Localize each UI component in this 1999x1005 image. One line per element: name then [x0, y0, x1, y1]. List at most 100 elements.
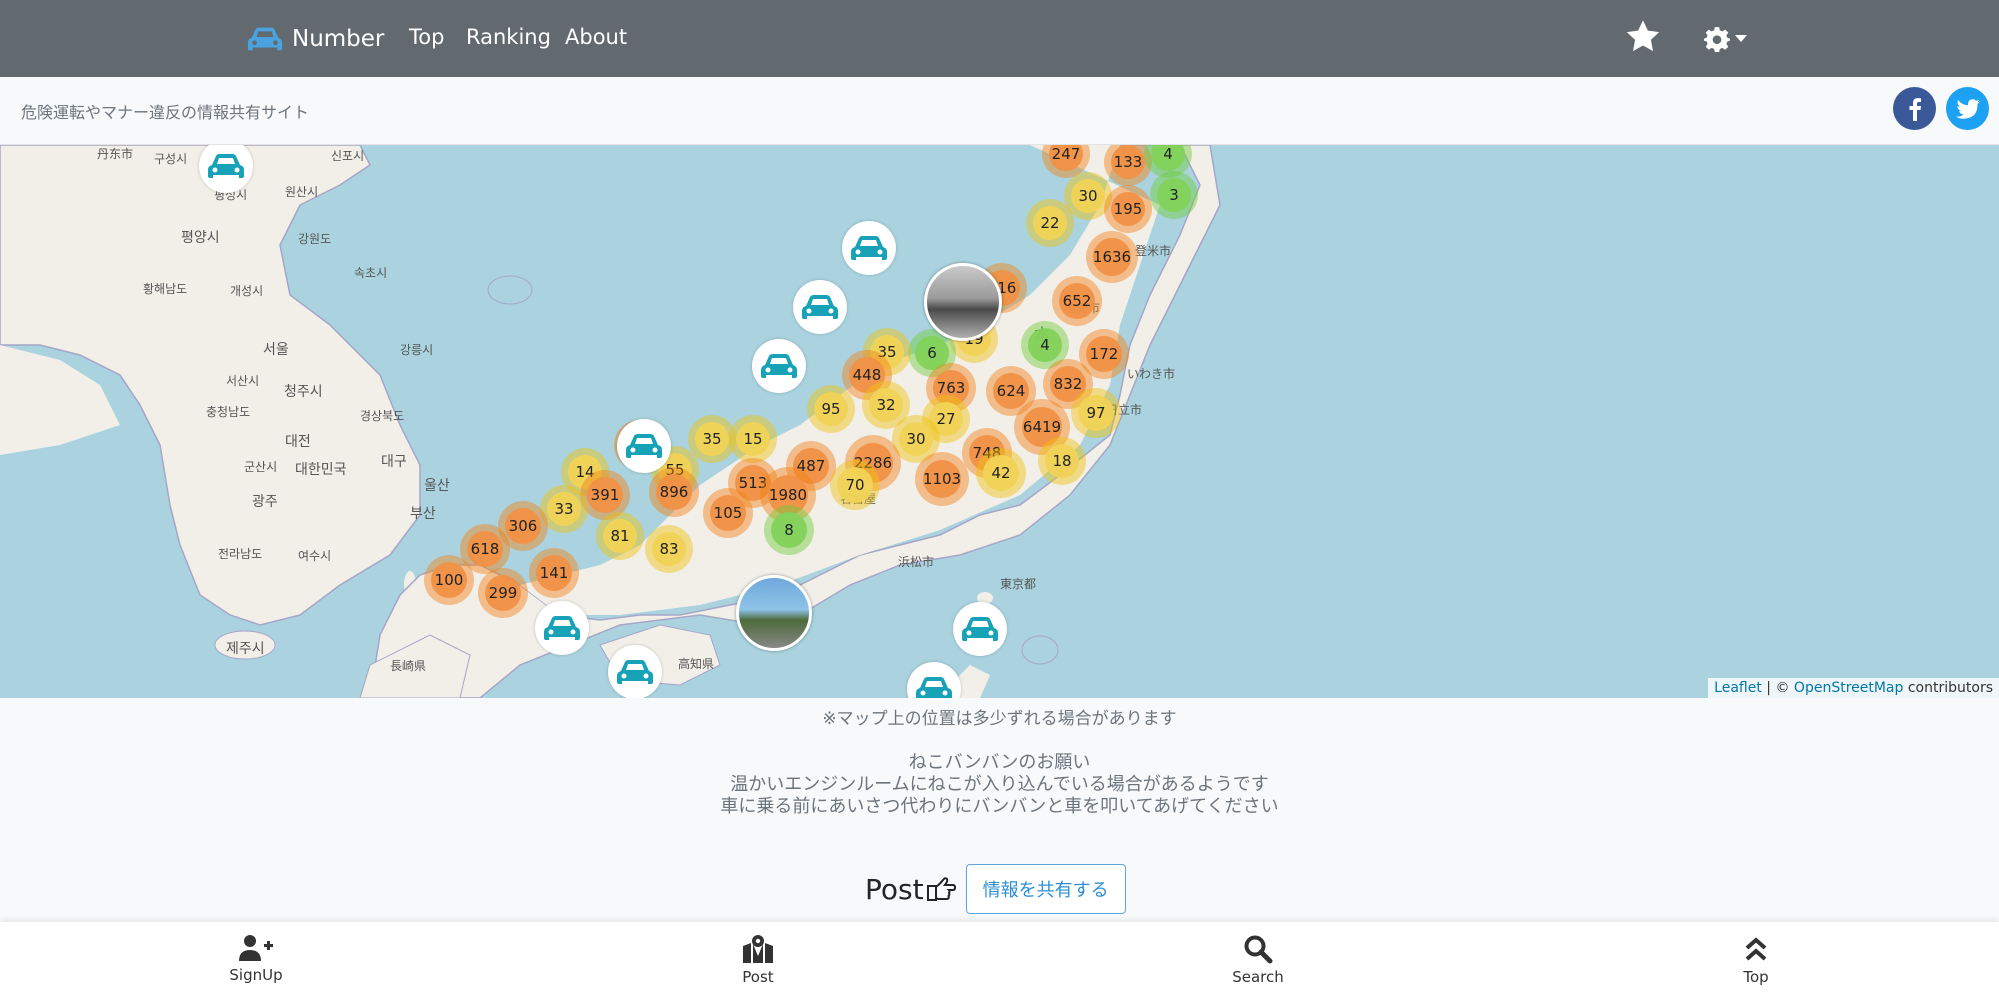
- osm-link[interactable]: OpenStreetMap: [1794, 680, 1903, 696]
- map-label: 평양시: [181, 230, 220, 246]
- car-marker[interactable]: [608, 645, 662, 698]
- map-label: 대한민국: [295, 462, 347, 478]
- car-icon: [761, 354, 797, 378]
- subheader: 危険運転やマナー違反の情報共有サイト: [0, 77, 1999, 145]
- map-label: 長崎県: [390, 659, 427, 673]
- car-icon: [208, 154, 244, 178]
- map-cluster[interactable]: 22: [1026, 199, 1074, 247]
- map-label: 개성시: [230, 284, 264, 298]
- nav-ranking[interactable]: Ranking: [466, 25, 551, 49]
- map-cluster[interactable]: 81: [596, 512, 644, 560]
- map-label: 浜松市: [898, 555, 935, 569]
- attribution-contributors: contributors: [1903, 680, 1993, 696]
- request-title: ねこバンバンのお願い: [908, 752, 1091, 773]
- brand-link[interactable]: Number: [246, 20, 384, 58]
- request-line-2: 車に乗る前にあいさつ代わりにバンバンと車を叩いてあげてください: [720, 796, 1279, 817]
- map-cluster[interactable]: 15: [729, 415, 777, 463]
- car-marker[interactable]: [953, 602, 1007, 656]
- cat-request: ねこバンバンのお願い 温かいエンジンルームにねこが入り込んでいる場合があるようで…: [0, 752, 1999, 818]
- navbar: Number Top Ranking About: [0, 0, 1999, 77]
- map-label: 구성시: [154, 152, 188, 166]
- top-button[interactable]: Top: [1686, 934, 1826, 986]
- map-cluster[interactable]: 70: [830, 460, 880, 510]
- map-marked-icon: [743, 935, 773, 963]
- car-marker[interactable]: [617, 419, 671, 473]
- post-button[interactable]: Post: [688, 934, 828, 986]
- car-icon: [544, 616, 580, 640]
- car-icon: [962, 617, 998, 641]
- map-label: 신포시: [331, 149, 365, 163]
- search-button[interactable]: Search: [1188, 934, 1328, 986]
- map-cluster[interactable]: 3: [1150, 171, 1198, 219]
- map-cluster[interactable]: 95: [807, 385, 855, 433]
- map-cluster[interactable]: 18: [1038, 437, 1086, 485]
- twitter-button[interactable]: [1946, 87, 1989, 130]
- chevron-down-icon[interactable]: [1735, 35, 1747, 42]
- map-label: 登米市: [1135, 244, 1172, 258]
- search-icon: [1244, 935, 1273, 964]
- map-label: 강릉시: [400, 343, 434, 357]
- star-icon[interactable]: [1624, 18, 1662, 56]
- map-cluster[interactable]: 896: [649, 467, 699, 517]
- signup-label: SignUp: [229, 966, 283, 984]
- bottom-navbar: SignUp Post Search Top: [0, 922, 1999, 1005]
- map-cluster[interactable]: 652: [1052, 276, 1102, 326]
- map-label: 원산시: [285, 185, 319, 199]
- signup-button[interactable]: SignUp: [186, 934, 326, 984]
- map-cluster[interactable]: 141: [529, 548, 579, 598]
- map-label: 高知県: [678, 657, 715, 671]
- map-cluster[interactable]: 8: [764, 505, 814, 555]
- map-cluster[interactable]: 195: [1104, 185, 1152, 233]
- car-icon: [617, 660, 653, 684]
- brand-text: Number: [292, 26, 385, 52]
- tagline: 危険運転やマナー違反の情報共有サイト: [21, 103, 310, 122]
- request-line-1: 温かいエンジンルームにねこが入り込んでいる場合があるようです: [730, 774, 1269, 795]
- map-cluster[interactable]: 299: [478, 568, 528, 618]
- search-label: Search: [1232, 968, 1284, 986]
- map-label: 청주시: [284, 384, 323, 400]
- map-label: 충청남도: [206, 405, 251, 419]
- map-label: 경상북도: [360, 409, 405, 423]
- nav-about[interactable]: About: [565, 25, 627, 49]
- car-marker[interactable]: [842, 221, 896, 275]
- facebook-button[interactable]: [1893, 87, 1936, 130]
- map-label: 군산시: [244, 460, 278, 474]
- map-label: 丹东市: [97, 147, 134, 161]
- map-label: 울산: [424, 478, 450, 494]
- top-label: Top: [1743, 968, 1769, 986]
- user-plus-icon: [239, 935, 273, 961]
- map-cluster[interactable]: 83: [645, 525, 693, 573]
- map-label: 부산: [410, 506, 436, 522]
- twitter-icon: [1955, 98, 1980, 119]
- photo-marker[interactable]: [924, 263, 1002, 341]
- map-cluster[interactable]: 42: [976, 448, 1026, 498]
- attribution-separator: | ©: [1761, 680, 1794, 696]
- map-cluster[interactable]: 100: [424, 555, 474, 605]
- post-label: Post: [865, 872, 924, 906]
- map-label: 황해남도: [143, 282, 188, 296]
- post-row: Post 情報を共有する: [865, 864, 1126, 914]
- car-marker[interactable]: [535, 601, 589, 655]
- map-cluster[interactable]: 97: [1071, 388, 1121, 438]
- share-info-button[interactable]: 情報を共有する: [965, 864, 1126, 914]
- map-label: 대구: [381, 454, 407, 470]
- leaflet-link[interactable]: Leaflet: [1714, 680, 1762, 696]
- map-cluster[interactable]: 105: [703, 488, 753, 538]
- gear-icon[interactable]: [1704, 26, 1730, 52]
- photo-marker[interactable]: [736, 575, 812, 651]
- hand-pointer-icon: [926, 877, 956, 901]
- car-icon: [851, 236, 887, 260]
- car-marker[interactable]: [793, 280, 847, 334]
- angle-double-up-icon: [1745, 937, 1767, 961]
- nav-top[interactable]: Top: [409, 25, 444, 49]
- car-icon: [626, 434, 662, 458]
- map-cluster[interactable]: 1103: [915, 452, 969, 506]
- map-label: 여수시: [298, 549, 332, 563]
- map-attribution: Leaflet | © OpenStreetMap contributors: [1708, 678, 1999, 698]
- map-cluster[interactable]: 1636: [1086, 231, 1138, 283]
- map-label: 대전: [285, 434, 311, 450]
- map[interactable]: 丹东市 구성시 신포시 평성시 원산시 평양시 강원도 황해남도 개성시 서울 …: [0, 145, 1999, 698]
- car-marker[interactable]: [752, 339, 806, 393]
- car-icon: [802, 295, 838, 319]
- map-note: ※マップ上の位置は多少ずれる場合があります: [822, 709, 1177, 729]
